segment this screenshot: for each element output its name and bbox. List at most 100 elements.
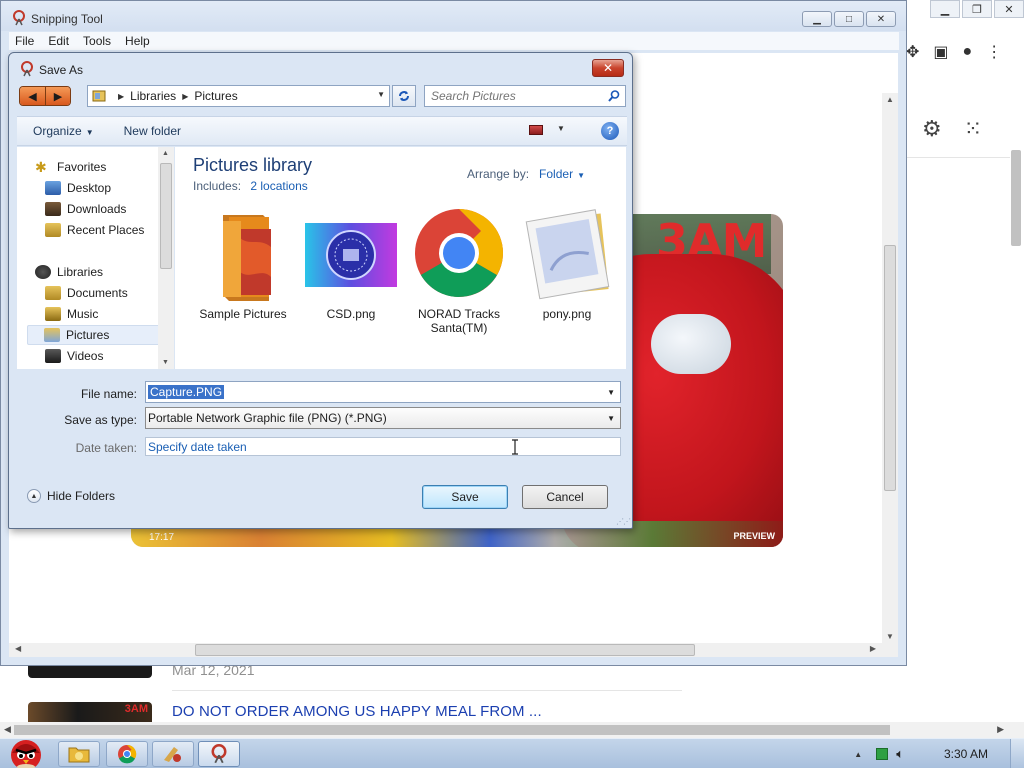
menu-tools[interactable]: Tools	[83, 34, 111, 48]
settings-gear-icon[interactable]: ⚙	[922, 116, 942, 142]
feed-video-title[interactable]: DO NOT ORDER AMONG US HAPPY MEAL FROM ..…	[172, 703, 542, 720]
taskbar-clock[interactable]: 3:30 AM	[944, 747, 988, 761]
arrange-by: Arrange by: Folder ▼	[467, 167, 585, 181]
snip-vertical-scrollbar[interactable]: ▲ ▼	[882, 93, 898, 643]
search-box[interactable]	[424, 85, 626, 107]
hide-folders-button[interactable]: ▲ Hide Folders	[27, 489, 115, 503]
forward-arrow-icon[interactable]: ▶	[44, 87, 70, 105]
file-item-pony-png[interactable]: pony.png	[515, 207, 619, 347]
save-button[interactable]: Save	[422, 485, 508, 509]
scrollbar-thumb[interactable]	[884, 245, 896, 491]
file-item-norad-tracks-santa[interactable]: NORAD Tracks Santa(TM)	[407, 207, 511, 347]
search-input[interactable]	[425, 86, 595, 106]
show-desktop-button[interactable]	[1010, 739, 1024, 768]
minimize-button[interactable]: ▁	[802, 11, 832, 27]
scroll-down-icon[interactable]: ▼	[162, 359, 169, 366]
show-hidden-icons-icon[interactable]: ▲	[854, 750, 862, 759]
snipping-tool-titlebar[interactable]: Snipping Tool ▁ □ ✕	[1, 1, 906, 31]
menu-edit[interactable]: Edit	[48, 34, 69, 48]
scroll-up-icon[interactable]: ▲	[886, 95, 894, 104]
organize-button[interactable]: Organize ▼	[33, 124, 94, 138]
cancel-button[interactable]: Cancel	[522, 485, 608, 509]
breadcrumb-libraries[interactable]: Libraries	[130, 89, 176, 103]
scrollbar-thumb[interactable]	[160, 163, 172, 269]
refresh-icon	[399, 91, 409, 101]
scroll-up-icon[interactable]: ▲	[162, 150, 169, 157]
network-icon[interactable]	[876, 748, 889, 760]
file-name-label: pony.png	[542, 307, 592, 321]
nav-libraries[interactable]: Libraries	[35, 262, 175, 282]
nav-item-label: Documents	[67, 286, 128, 300]
command-bar: Organize ▼ New folder ▼ ?	[17, 116, 627, 146]
menu-help[interactable]: Help	[125, 34, 150, 48]
browser-close-button[interactable]: ✕	[994, 0, 1024, 18]
scroll-right-icon[interactable]: ▶	[870, 644, 876, 653]
apps-grid-icon[interactable]: ⁙	[964, 116, 982, 142]
taskbar-chrome-button[interactable]	[106, 741, 148, 767]
library-title: Pictures library	[193, 155, 313, 175]
scroll-left-icon[interactable]: ◀	[15, 644, 21, 653]
taskbar-snipping-tool-button[interactable]	[198, 741, 240, 767]
locations-link[interactable]: 2 locations	[250, 179, 307, 193]
dialog-close-button[interactable]: ✕	[592, 59, 624, 77]
address-bar[interactable]: ▶ Libraries ▶ Pictures ▼	[87, 85, 390, 107]
browser-horizontal-scrollbar[interactable]: ◀ ▶	[0, 722, 1024, 738]
profile-icon[interactable]: ●	[963, 43, 973, 61]
dialog-titlebar[interactable]: Save As ✕	[9, 53, 632, 83]
file-name-dropdown-icon[interactable]: ▼	[607, 388, 615, 397]
close-button[interactable]: ✕	[866, 11, 896, 27]
chevron-up-icon: ▲	[27, 489, 41, 503]
date-taken-field[interactable]: Specify date taken	[145, 437, 621, 456]
scrollbar-thumb[interactable]	[14, 725, 890, 735]
extensions-icon[interactable]: ✥	[906, 42, 919, 62]
search-icon[interactable]	[607, 89, 621, 103]
new-folder-button[interactable]: New folder	[124, 124, 181, 138]
save-type-select[interactable]: Portable Network Graphic file (PNG) (*.P…	[145, 407, 621, 429]
snip-horizontal-scrollbar[interactable]: ◀ ▶	[9, 643, 898, 657]
volume-icon[interactable]: 🔈︎	[896, 746, 904, 762]
videos-icon	[45, 349, 61, 363]
back-arrow-icon[interactable]: ◀	[20, 87, 45, 105]
scrollbar-thumb[interactable]	[195, 644, 695, 656]
navigation-pane-scrollbar[interactable]: ▲ ▼	[158, 147, 174, 369]
browser-minimize-button[interactable]: ▁	[930, 0, 960, 18]
help-icon[interactable]: ?	[601, 122, 619, 140]
nav-favorites[interactable]: ✱ Favorites	[35, 157, 175, 177]
start-button-angry-bird-icon[interactable]	[2, 731, 50, 768]
taskbar-explorer-button[interactable]	[58, 741, 100, 767]
folder-icon	[68, 747, 90, 763]
recent-places-icon	[45, 223, 61, 237]
side-panel-icon[interactable]: ▣	[933, 42, 948, 62]
change-view-icon[interactable]	[529, 125, 543, 135]
date-taken-value[interactable]: Specify date taken	[148, 440, 247, 454]
chevron-down-icon[interactable]: ▼	[577, 171, 585, 180]
chevron-down-icon[interactable]: ▼	[607, 414, 615, 423]
window-title: Snipping Tool	[31, 12, 103, 26]
system-tray: ▲ 🔈︎	[854, 739, 1024, 768]
nav-item-pictures[interactable]: Pictures	[27, 325, 165, 345]
chevron-down-icon: ▼	[85, 128, 94, 137]
browser-restore-button[interactable]: ❐	[962, 0, 992, 18]
maximize-button[interactable]: □	[834, 11, 864, 27]
file-item-sample-pictures[interactable]: Sample Pictures	[191, 207, 295, 347]
snipping-tool-icon	[13, 10, 25, 26]
scroll-right-icon[interactable]: ▶	[997, 724, 1004, 735]
libraries-icon	[35, 265, 51, 279]
feed-divider	[172, 690, 682, 691]
scroll-down-icon[interactable]: ▼	[886, 632, 894, 641]
file-name-value[interactable]: Capture.PNG	[148, 385, 225, 399]
save-as-dialog: Save As ✕ ◀ ▶ ▶ Libraries ▶ Pictures ▼ S…	[8, 52, 633, 529]
file-name-field[interactable]: Capture.PNG ▼	[145, 381, 621, 403]
resize-grip-icon[interactable]: ⋰⋰	[616, 517, 631, 526]
browser-vertical-scrollbar[interactable]	[1008, 150, 1024, 260]
breadcrumb-pictures[interactable]: Pictures	[194, 89, 237, 103]
file-item-csd-png[interactable]: CSD.png	[299, 207, 403, 347]
more-menu-icon[interactable]: ⋮	[986, 42, 1002, 62]
refresh-button[interactable]	[392, 85, 416, 107]
arrange-by-value[interactable]: Folder	[539, 167, 573, 181]
view-options-dropdown-icon[interactable]: ▼	[557, 124, 565, 133]
address-dropdown-icon[interactable]: ▼	[377, 90, 385, 99]
menu-file[interactable]: File	[15, 34, 34, 48]
taskbar-app-button[interactable]	[152, 741, 194, 767]
dialog-navigation-bar: ◀ ▶ ▶ Libraries ▶ Pictures ▼	[19, 84, 626, 110]
